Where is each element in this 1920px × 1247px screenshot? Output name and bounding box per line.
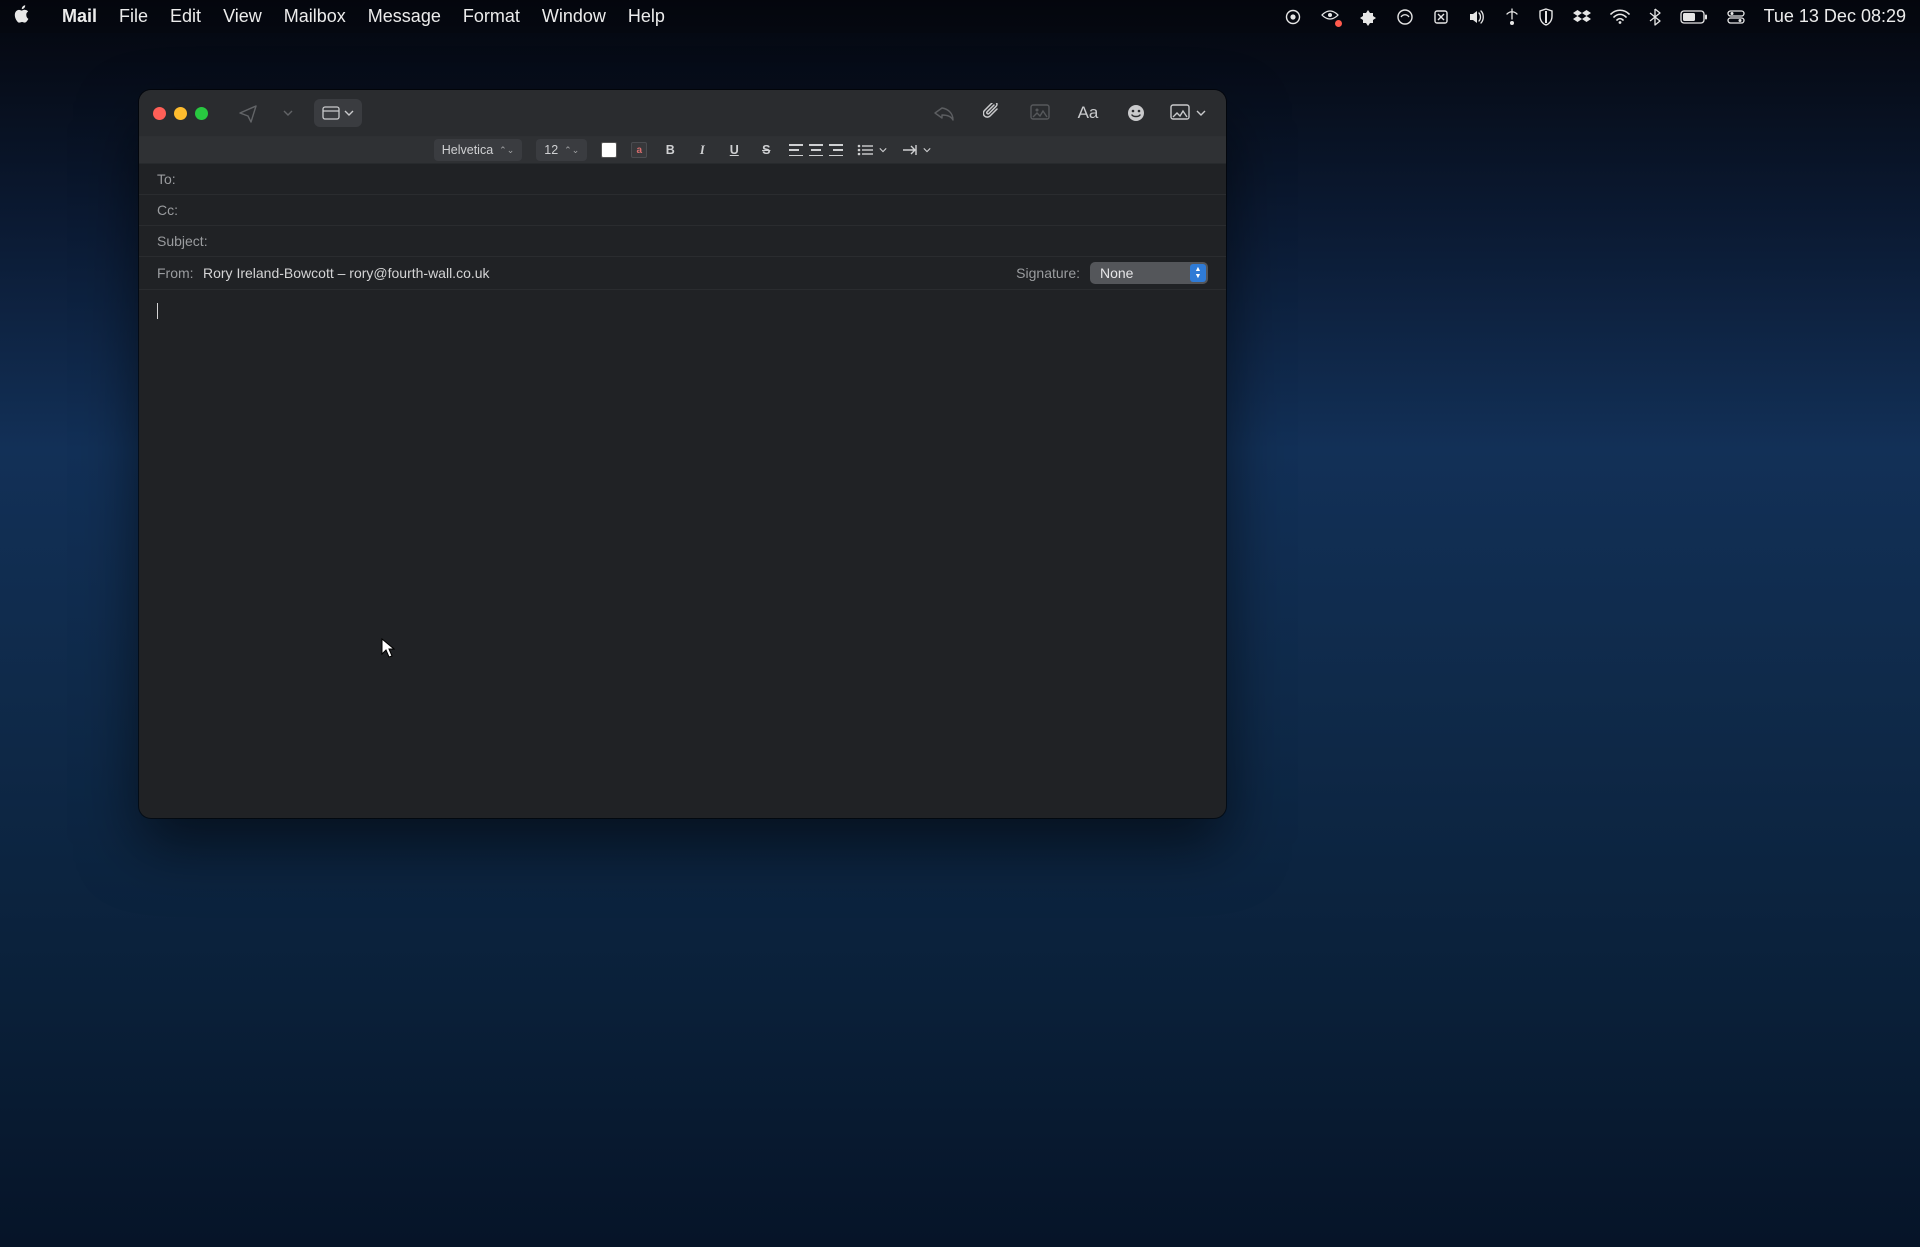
bold-button[interactable]: B [661, 143, 679, 157]
close-button[interactable] [153, 107, 166, 120]
to-label: To: [157, 171, 223, 187]
menu-view[interactable]: View [223, 6, 262, 27]
text-color-swatch[interactable]: a [631, 142, 647, 158]
apple-menu-icon[interactable] [14, 5, 32, 29]
format-bar: Helvetica ⌃⌄ 12 ⌃⌄ a B I U S [139, 137, 1226, 164]
menubar-right: Tue 13 Dec 08:29 [1285, 6, 1906, 27]
menu-format[interactable]: Format [463, 6, 520, 27]
maximize-button[interactable] [195, 107, 208, 120]
menu-help[interactable]: Help [628, 6, 665, 27]
reply-button[interactable] [930, 99, 958, 127]
subject-field-row[interactable]: Subject: [139, 226, 1226, 257]
font-family-label: Helvetica [442, 143, 493, 157]
indent-button[interactable] [901, 144, 931, 156]
photo-browser-button[interactable] [1026, 99, 1054, 127]
wifi-icon[interactable] [1610, 9, 1630, 25]
status-icon-2[interactable] [1359, 8, 1377, 26]
window-titlebar: Aa [139, 90, 1226, 137]
signature-select[interactable]: None ▲▼ [1090, 262, 1208, 284]
from-label: From: [157, 265, 199, 281]
header-fields-button[interactable] [314, 99, 362, 127]
header-fields: To: Cc: Subject: From: Rory Ireland-Bowc… [139, 164, 1226, 290]
app-menu[interactable]: Mail [62, 6, 97, 27]
attach-button[interactable] [978, 99, 1006, 127]
message-body[interactable] [139, 290, 1226, 331]
status-icon-1[interactable] [1320, 9, 1340, 25]
signature-value: None [1100, 265, 1133, 281]
cc-field-row[interactable]: Cc: [139, 195, 1226, 226]
menu-mailbox[interactable]: Mailbox [284, 6, 346, 27]
send-button[interactable] [234, 99, 262, 127]
traffic-lights [153, 107, 208, 120]
menubar: Mail File Edit View Mailbox Message Form… [0, 0, 1920, 33]
format-toggle-button[interactable]: Aa [1074, 99, 1102, 127]
font-size-select[interactable]: 12 ⌃⌄ [536, 139, 587, 161]
to-field-row[interactable]: To: [139, 164, 1226, 195]
control-center-icon[interactable] [1727, 10, 1745, 24]
record-status-icon[interactable] [1285, 9, 1301, 25]
minimize-button[interactable] [174, 107, 187, 120]
chevron-updown-icon: ▲▼ [1190, 264, 1206, 282]
alignment-group [789, 144, 843, 156]
compose-window: Aa Helvetica ⌃⌄ 12 ⌃⌄ a B I U S [139, 90, 1226, 818]
menu-message[interactable]: Message [368, 6, 441, 27]
underline-button[interactable]: U [725, 143, 743, 157]
italic-button[interactable]: I [693, 143, 711, 158]
list-button[interactable] [857, 144, 887, 156]
bg-color-swatch[interactable] [601, 142, 617, 158]
chevron-updown-icon: ⌃⌄ [499, 145, 514, 156]
menu-edit[interactable]: Edit [170, 6, 201, 27]
align-center-button[interactable] [809, 144, 823, 156]
dropbox-icon[interactable] [1573, 9, 1591, 25]
strikethrough-button[interactable]: S [757, 143, 775, 157]
bluetooth-icon[interactable] [1649, 8, 1661, 26]
from-field-row: From: Rory Ireland-Bowcott – rory@fourth… [139, 257, 1226, 290]
volume-icon[interactable] [1468, 9, 1486, 25]
menu-window[interactable]: Window [542, 6, 606, 27]
signature-label: Signature: [1016, 265, 1080, 281]
shield-icon[interactable] [1538, 8, 1554, 26]
cc-label: Cc: [157, 202, 223, 218]
insert-photo-button[interactable] [1170, 99, 1206, 127]
align-right-button[interactable] [829, 144, 843, 156]
status-icon-4[interactable] [1433, 9, 1449, 25]
battery-icon[interactable] [1680, 10, 1708, 24]
subject-label: Subject: [157, 233, 223, 249]
menubar-clock[interactable]: Tue 13 Dec 08:29 [1764, 6, 1906, 27]
from-account-select[interactable]: Rory Ireland-Bowcott – rory@fourth-wall.… [203, 265, 490, 281]
font-family-select[interactable]: Helvetica ⌃⌄ [434, 139, 523, 161]
status-icon-3[interactable] [1396, 8, 1414, 26]
font-size-label: 12 [544, 143, 558, 157]
chevron-updown-icon: ⌃⌄ [564, 145, 579, 156]
align-left-button[interactable] [789, 144, 803, 156]
status-icon-5[interactable] [1505, 8, 1519, 26]
emoji-button[interactable] [1122, 99, 1150, 127]
menu-file[interactable]: File [119, 6, 148, 27]
menubar-left: Mail File Edit View Mailbox Message Form… [14, 5, 665, 29]
text-cursor-icon [157, 303, 158, 319]
send-dropdown[interactable] [274, 99, 302, 127]
